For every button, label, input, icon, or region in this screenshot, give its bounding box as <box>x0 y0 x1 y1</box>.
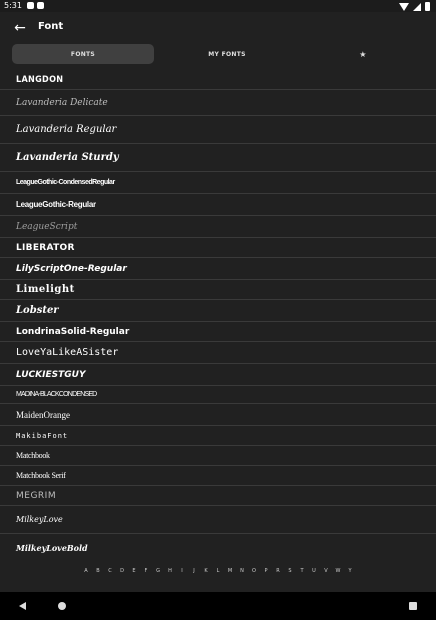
alphabet-letter[interactable]: T <box>298 568 306 574</box>
font-item[interactable]: Lavanderia Regular <box>0 116 436 144</box>
alphabet-letter[interactable]: G <box>154 568 162 574</box>
font-item-label: MilkeyLoveBold <box>16 543 88 553</box>
alphabet-letter[interactable]: P <box>262 568 270 574</box>
font-item-label: MaidenOrange <box>16 409 70 420</box>
font-item-label: Matchbook Serif <box>16 471 66 480</box>
alphabet-letter[interactable]: U <box>310 568 318 574</box>
font-item[interactable]: LANGDON <box>0 70 436 90</box>
font-item[interactable]: Matchbook <box>0 446 436 466</box>
font-item[interactable]: MilkeyLove <box>0 506 436 534</box>
notification-icons <box>27 2 44 9</box>
font-item[interactable]: LeagueGothic-Regular <box>0 194 436 216</box>
font-item[interactable]: LondrinaSolid-Regular <box>0 322 436 342</box>
alphabet-letter[interactable]: R <box>274 568 282 574</box>
tab-bar: FONTS MY FONTS ★ <box>12 44 424 64</box>
alphabet-letter[interactable]: O <box>250 568 258 574</box>
font-item[interactable]: LeagueGothic-CondensedRegular <box>0 172 436 194</box>
font-item[interactable]: LoveYaLikeASister <box>0 342 436 364</box>
font-item[interactable]: MADINA-BLACKCONDENSED <box>0 386 436 404</box>
font-item-label: MakibaFont <box>16 431 69 440</box>
font-item-label: Lobster <box>16 305 59 316</box>
font-item[interactable]: LeagueScript <box>0 216 436 238</box>
alphabet-letter[interactable]: V <box>322 568 330 574</box>
system-nav-bar <box>0 592 436 620</box>
alphabet-letter[interactable]: N <box>238 568 246 574</box>
nav-recents-icon[interactable] <box>409 602 417 610</box>
font-item[interactable]: Matchbook Serif <box>0 466 436 486</box>
status-time: 5:31 <box>4 1 22 10</box>
font-item[interactable]: LilyScriptOne-Regular <box>0 258 436 280</box>
nav-home-icon[interactable] <box>58 602 66 610</box>
cell-signal-icon <box>413 2 421 11</box>
font-item-label: Lavanderia Sturdy <box>16 152 119 163</box>
font-item-label: Lavanderia Delicate <box>16 97 108 108</box>
font-item[interactable]: MEGRIM <box>0 486 436 506</box>
alphabet-letter[interactable]: B <box>94 568 102 574</box>
nav-back-icon[interactable] <box>19 602 26 610</box>
font-item-label: Matchbook <box>16 451 50 460</box>
font-item-label: LoveYaLikeASister <box>16 347 119 358</box>
font-item-label: Limelight <box>16 284 75 295</box>
alphabet-letter[interactable]: M <box>226 568 234 574</box>
system-icons <box>399 2 430 11</box>
alphabet-letter[interactable]: Y <box>346 568 354 574</box>
page-title: Font <box>38 21 64 32</box>
alphabet-letter[interactable]: F <box>142 568 150 574</box>
back-arrow-icon[interactable]: ← <box>12 20 28 36</box>
font-item[interactable]: Lavanderia Sturdy <box>0 144 436 172</box>
alphabet-letter[interactable]: A <box>82 568 90 574</box>
font-item-label: LUCKIESTGUY <box>16 369 86 380</box>
font-item-label: MEGRIM <box>16 490 57 501</box>
alphabet-letter[interactable]: W <box>334 568 342 574</box>
notification-icon-2 <box>37 2 44 9</box>
font-item-label: LeagueGothic-Regular <box>16 200 96 209</box>
alphabet-letter[interactable]: H <box>166 568 174 574</box>
font-item[interactable]: LUCKIESTGUY <box>0 364 436 386</box>
status-bar: 5:31 <box>0 0 436 12</box>
wifi-icon <box>399 2 409 11</box>
font-item[interactable]: Lavanderia Delicate <box>0 90 436 116</box>
font-item[interactable]: MakibaFont <box>0 426 436 446</box>
font-item-label: LeagueGothic-CondensedRegular <box>16 179 115 186</box>
app-bar: ← Font <box>0 12 436 44</box>
alphabet-letter[interactable]: I <box>178 568 186 574</box>
alphabet-letter[interactable]: K <box>202 568 210 574</box>
tab-my-fonts[interactable]: MY FONTS <box>160 44 294 64</box>
font-list: LANGDON Lavanderia Delicate Lavanderia R… <box>0 70 436 562</box>
alphabet-letter[interactable]: E <box>130 568 138 574</box>
font-item-label: LondrinaSolid-Regular <box>16 326 130 337</box>
alphabet-letter[interactable]: D <box>118 568 126 574</box>
font-item[interactable]: Limelight <box>0 280 436 300</box>
alphabet-index: A B C D E F G H I J K L M N O P R S T U … <box>0 568 436 574</box>
font-item-label: LANGDON <box>16 74 64 85</box>
alphabet-letter[interactable]: J <box>190 568 198 574</box>
tab-favorites-star-icon[interactable]: ★ <box>302 44 424 64</box>
font-item-label: LeagueScript <box>16 221 78 232</box>
font-item-label: Lavanderia Regular <box>16 124 117 135</box>
tab-fonts[interactable]: FONTS <box>12 44 154 64</box>
font-item-label: MilkeyLove <box>16 515 63 524</box>
font-item-label: LilyScriptOne-Regular <box>16 263 127 274</box>
font-item[interactable]: Lobster <box>0 300 436 322</box>
font-item[interactable]: MilkeyLoveBold <box>0 534 436 562</box>
alphabet-letter[interactable]: L <box>214 568 222 574</box>
font-item[interactable]: MaidenOrange <box>0 404 436 426</box>
notification-icon <box>27 2 34 9</box>
font-item-label: LIBERATOR <box>16 242 75 253</box>
battery-icon <box>425 2 430 11</box>
font-item[interactable]: LIBERATOR <box>0 238 436 258</box>
alphabet-letter[interactable]: S <box>286 568 294 574</box>
alphabet-letter[interactable]: C <box>106 568 114 574</box>
font-item-label: MADINA-BLACKCONDENSED <box>16 391 97 398</box>
